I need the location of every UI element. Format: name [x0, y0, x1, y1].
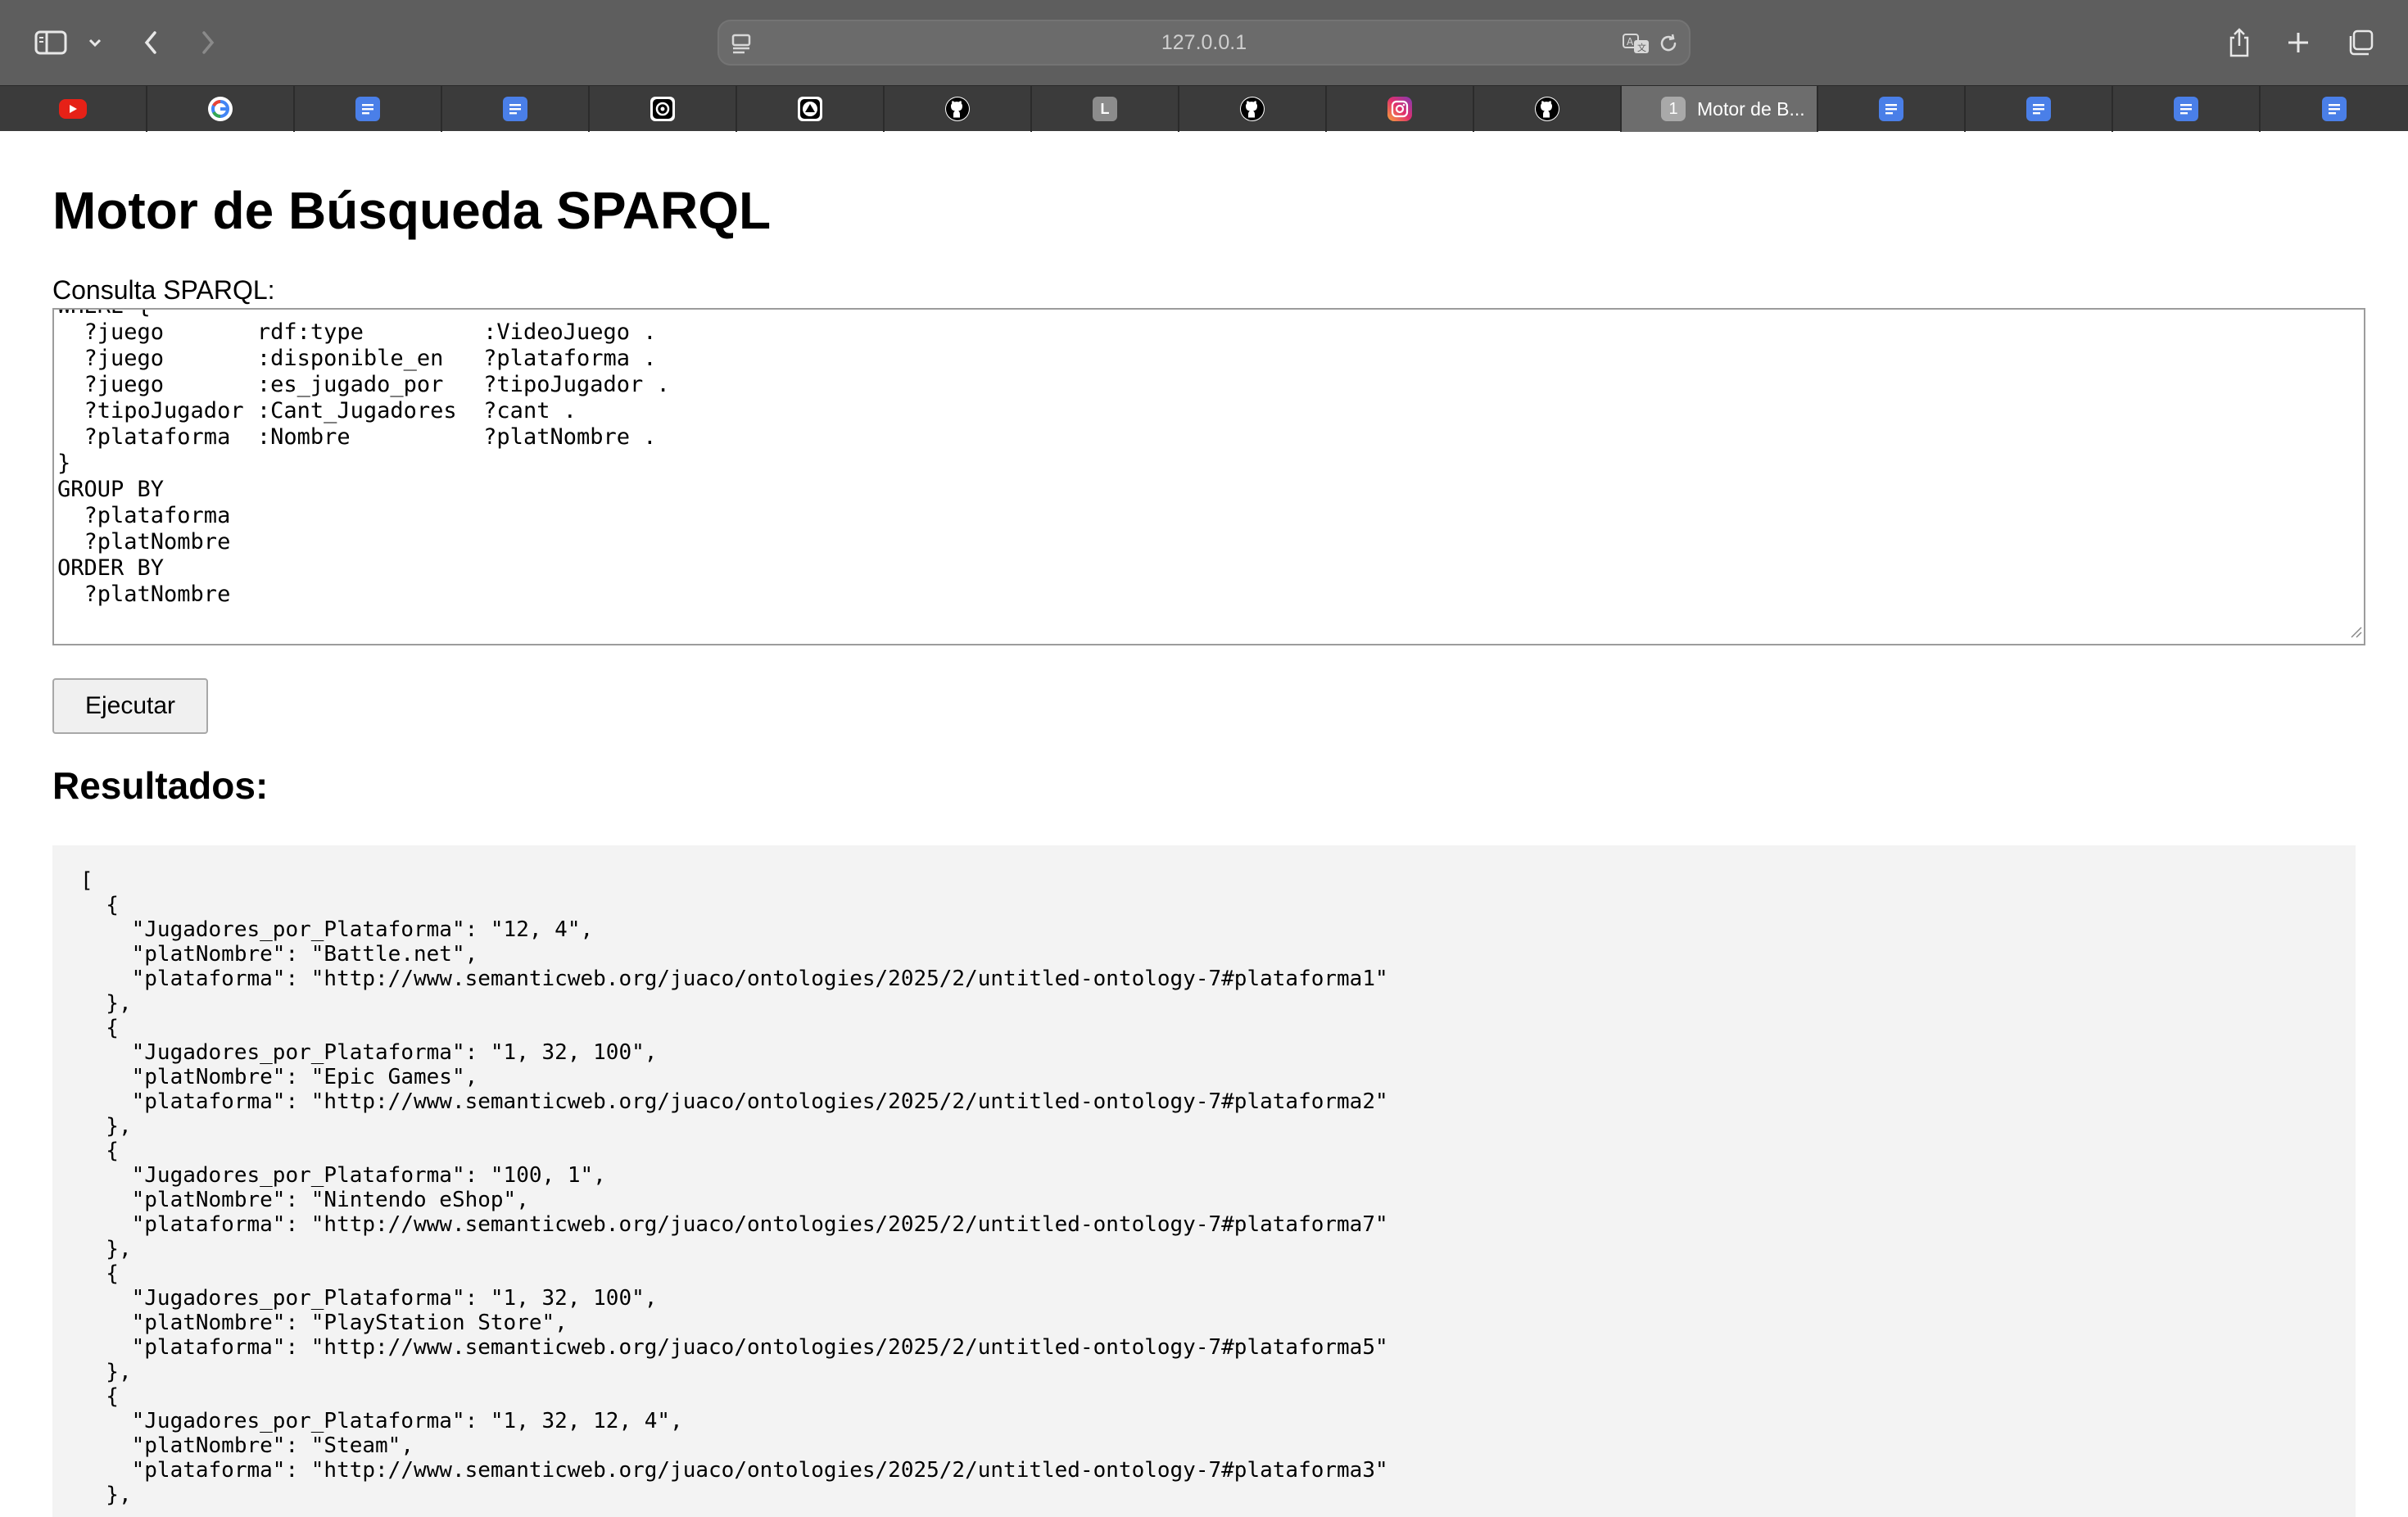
query-label: Consulta SPARQL: [52, 275, 275, 305]
triangle-app-icon [798, 97, 822, 121]
tab-docs-2[interactable] [442, 86, 590, 132]
google-docs-icon [2026, 97, 2051, 121]
tab-docs-3[interactable] [1818, 86, 1966, 132]
tab-instagram[interactable] [1327, 86, 1474, 132]
url-text: 127.0.0.1 [1161, 30, 1247, 54]
tab-youtube[interactable] [0, 86, 147, 132]
tab-app[interactable] [737, 86, 885, 132]
google-docs-icon [355, 97, 380, 121]
openai-icon [650, 97, 675, 121]
tab-github-1[interactable] [885, 86, 1032, 132]
tab-overview-icon[interactable] [2344, 21, 2377, 64]
tab-letter-l[interactable]: L [1032, 86, 1179, 132]
tab-github-2[interactable] [1179, 86, 1327, 132]
results-json: [ { "Jugadores_por_Plataforma": "12, 4",… [80, 868, 1388, 1507]
svg-text:A: A [1627, 36, 1634, 48]
results-heading: Resultados: [52, 764, 269, 807]
sparql-query-text[interactable]: WHERE { ?juego rdf:type :VideoJuego . ?j… [57, 310, 670, 608]
tab-docs-4[interactable] [1966, 86, 2113, 132]
tab-github-3[interactable] [1474, 86, 1622, 132]
sidebar-toggle-icon[interactable] [31, 21, 70, 64]
browser-toolbar: 127.0.0.1 A文 [0, 0, 2408, 85]
tab-google[interactable] [147, 86, 295, 132]
tab-docs-1[interactable] [295, 86, 442, 132]
resize-handle-icon[interactable] [2349, 625, 2362, 642]
google-icon [208, 97, 233, 121]
execute-button[interactable]: Ejecutar [52, 678, 208, 734]
github-icon [945, 97, 970, 121]
new-tab-icon[interactable] [2282, 21, 2315, 64]
tab-openai[interactable] [590, 86, 737, 132]
share-icon[interactable] [2223, 21, 2256, 64]
forward-icon[interactable] [193, 21, 223, 64]
chevron-down-icon[interactable] [84, 21, 106, 64]
svg-text:文: 文 [1637, 42, 1646, 53]
google-docs-icon [2322, 97, 2347, 121]
tab-title: Motor de B... [1697, 97, 1805, 120]
github-icon [1535, 97, 1559, 121]
results-panel: [ { "Jugadores_por_Plataforma": "12, 4",… [52, 845, 2356, 1517]
tab-docs-6[interactable] [2261, 86, 2408, 132]
youtube-icon [59, 99, 87, 119]
tab-bar: L 1 Motor de B... [0, 85, 2408, 132]
google-docs-icon [1879, 97, 1903, 121]
reload-icon[interactable] [1656, 31, 1681, 60]
page-title: Motor de Búsqueda SPARQL [52, 181, 772, 240]
translate-icon[interactable]: A文 [1622, 31, 1651, 60]
page-content: Motor de Búsqueda SPARQL Consulta SPARQL… [0, 131, 2408, 1517]
tab-docs-5[interactable] [2113, 86, 2261, 132]
google-docs-icon [2174, 97, 2198, 121]
tab-active-motor-de-busqueda[interactable]: 1 Motor de B... [1622, 86, 1818, 132]
back-icon[interactable] [136, 21, 165, 64]
sparql-query-textarea[interactable]: WHERE { ?juego rdf:type :VideoJuego . ?j… [52, 308, 2365, 645]
tab-number-badge: 1 [1661, 97, 1686, 121]
google-docs-icon [503, 97, 527, 121]
instagram-icon [1387, 97, 1412, 121]
letter-l-icon: L [1093, 97, 1117, 121]
github-icon [1240, 97, 1265, 121]
address-bar[interactable]: 127.0.0.1 A文 [717, 20, 1691, 66]
